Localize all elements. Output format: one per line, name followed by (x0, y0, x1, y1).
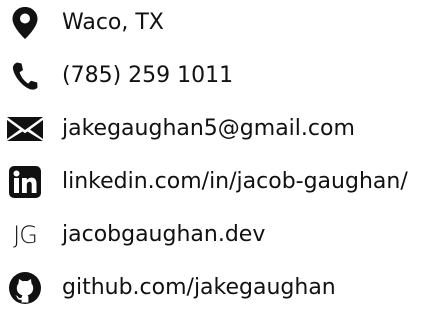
contact-item-phone[interactable]: (785) 259 1011 (0, 56, 435, 96)
jg-logo-icon: JG (0, 215, 50, 255)
contact-item-email[interactable]: jakegaughan5@gmail.com (0, 109, 435, 149)
phone-link[interactable]: (785) 259 1011 (62, 56, 233, 96)
contact-list: Waco, TX (785) 259 1011 jakegaughan5@gma… (0, 0, 435, 318)
location-pin-icon (0, 3, 50, 43)
contact-item-github[interactable]: github.com/jakegaughan (0, 268, 435, 308)
contact-item-location: Waco, TX (0, 3, 435, 43)
linkedin-icon (0, 162, 50, 202)
email-icon (0, 109, 50, 149)
contact-item-website[interactable]: JG jacobgaughan.dev (0, 215, 435, 255)
email-link[interactable]: jakegaughan5@gmail.com (62, 109, 355, 149)
phone-icon (0, 56, 50, 96)
location-text: Waco, TX (62, 10, 164, 35)
github-icon (0, 268, 50, 308)
contact-item-linkedin[interactable]: linkedin.com/in/jacob-gaughan/ (0, 162, 435, 202)
github-link[interactable]: github.com/jakegaughan (62, 268, 336, 308)
jg-logo-text: JG (13, 221, 38, 249)
website-link[interactable]: jacobgaughan.dev (62, 215, 265, 255)
linkedin-link[interactable]: linkedin.com/in/jacob-gaughan/ (62, 162, 408, 202)
